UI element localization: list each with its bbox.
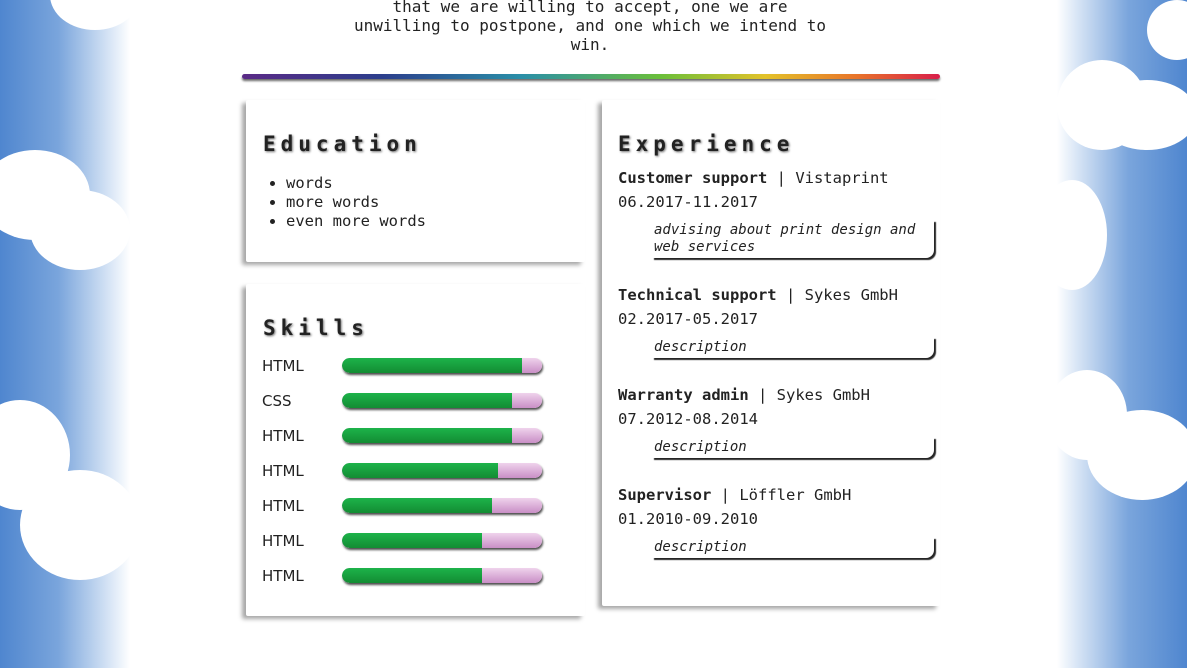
skill-row: HTML bbox=[262, 496, 552, 516]
cloud-shape bbox=[20, 470, 130, 580]
job-title-line: Customer support | Vistaprint bbox=[618, 169, 889, 187]
skill-level-bar bbox=[342, 393, 542, 408]
skill-level-bar bbox=[342, 428, 542, 443]
skill-row: HTML bbox=[262, 426, 552, 446]
cloud-shape bbox=[1097, 80, 1187, 150]
job-company: Vistaprint bbox=[795, 169, 889, 187]
skill-level-fill bbox=[342, 428, 512, 443]
skill-level-fill bbox=[342, 498, 492, 513]
skill-label: HTML bbox=[262, 462, 304, 480]
skill-label: HTML bbox=[262, 427, 304, 445]
skill-level-bar bbox=[342, 463, 542, 478]
skill-level-fill bbox=[342, 393, 512, 408]
skill-row: HTML bbox=[262, 566, 552, 586]
job-entry: Supervisor | Löffler GmbH 01.2010-09.201… bbox=[618, 483, 938, 558]
skill-level-bar bbox=[342, 568, 542, 583]
skill-level-bar bbox=[342, 498, 542, 513]
skill-label: CSS bbox=[262, 392, 292, 410]
right-sky-background bbox=[1057, 0, 1187, 668]
skill-row: HTML bbox=[262, 531, 552, 551]
quote-line: win. bbox=[570, 35, 610, 54]
skill-label: HTML bbox=[262, 567, 304, 585]
quote-line: that we are willing to accept, one we ar… bbox=[392, 0, 788, 16]
skills-heading: Skills bbox=[263, 316, 369, 340]
skill-row: HTML bbox=[262, 461, 552, 481]
job-title-line: Technical support | Sykes GmbH bbox=[618, 286, 898, 304]
job-description: advising about print design and web serv… bbox=[652, 220, 934, 258]
job-title-line: Warranty admin | Sykes GmbH bbox=[618, 386, 870, 404]
skill-level-fill bbox=[342, 533, 482, 548]
skill-level-fill bbox=[342, 463, 498, 478]
job-entry: Customer support | Vistaprint 06.2017-11… bbox=[618, 166, 938, 258]
page: that we are willing to accept, one we ar… bbox=[0, 0, 1187, 668]
skill-label: HTML bbox=[262, 357, 304, 375]
job-dates: 06.2017-11.2017 bbox=[618, 193, 758, 211]
education-list: words more words even more words bbox=[262, 174, 426, 231]
experience-card: Experience Customer support | Vistaprint… bbox=[602, 100, 940, 606]
job-dates: 07.2012-08.2014 bbox=[618, 410, 758, 428]
skill-label: HTML bbox=[262, 532, 304, 550]
skill-row: CSS bbox=[262, 391, 552, 411]
job-company: Sykes GmbH bbox=[804, 286, 898, 304]
education-heading: Education bbox=[263, 132, 422, 156]
skill-row: HTML bbox=[262, 356, 552, 376]
job-title-line: Supervisor | Löffler GmbH bbox=[618, 486, 852, 504]
cloud-shape bbox=[30, 190, 130, 270]
skill-level-fill bbox=[342, 358, 522, 373]
job-entry: Technical support | Sykes GmbH 02.2017-0… bbox=[618, 283, 938, 358]
education-card: Education words more words even more wor… bbox=[246, 100, 585, 262]
job-dates: 02.2017-05.2017 bbox=[618, 310, 758, 328]
cloud-shape bbox=[1147, 0, 1187, 60]
quote-line: unwilling to postpone, and one which we … bbox=[353, 16, 826, 35]
job-dates: 01.2010-09.2010 bbox=[618, 510, 758, 528]
job-role: Supervisor bbox=[618, 486, 712, 504]
education-item: more words bbox=[286, 193, 426, 212]
job-company: Sykes GmbH bbox=[776, 386, 870, 404]
job-description: description bbox=[652, 537, 934, 558]
skill-level-bar bbox=[342, 358, 542, 373]
job-role: Customer support bbox=[618, 169, 768, 187]
cloud-shape bbox=[1057, 180, 1107, 290]
job-role: Technical support bbox=[618, 286, 777, 304]
job-description: description bbox=[652, 437, 934, 458]
job-company: Löffler GmbH bbox=[739, 486, 852, 504]
skill-label: HTML bbox=[262, 497, 304, 515]
cloud-shape bbox=[50, 0, 130, 30]
skills-card: Skills HTML CSS HTML HTML HTML HTML HTML bbox=[246, 284, 585, 616]
skill-level-bar bbox=[342, 533, 542, 548]
job-description: description bbox=[652, 337, 934, 358]
education-item: even more words bbox=[286, 212, 426, 231]
left-sky-background bbox=[0, 0, 130, 668]
job-entry: Warranty admin | Sykes GmbH 07.2012-08.2… bbox=[618, 383, 938, 458]
experience-heading: Experience bbox=[618, 132, 795, 156]
rainbow-divider bbox=[242, 74, 940, 79]
skill-level-fill bbox=[342, 568, 482, 583]
intro-quote: that we are willing to accept, one we ar… bbox=[340, 0, 840, 54]
cloud-shape bbox=[1087, 410, 1187, 500]
job-role: Warranty admin bbox=[618, 386, 749, 404]
education-item: words bbox=[286, 174, 426, 193]
